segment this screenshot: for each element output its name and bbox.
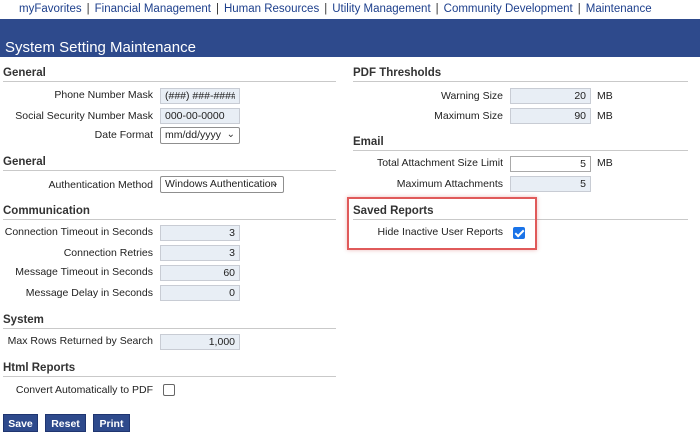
nav-utility-management[interactable]: Utility Management	[332, 3, 430, 15]
nav-separator: |	[324, 3, 328, 15]
date-format-select[interactable]: mm/dd/yyyy ⌄	[160, 127, 240, 144]
connection-retries-input[interactable]	[160, 245, 240, 261]
section-title-general: General	[3, 67, 46, 79]
section-divider	[3, 170, 336, 171]
total-attachment-input[interactable]	[510, 156, 591, 172]
warning-size-label: Warning Size	[440, 90, 503, 102]
maximum-size-unit: MB	[597, 110, 613, 122]
save-button[interactable]: Save	[3, 414, 38, 432]
reset-button[interactable]: Reset	[45, 414, 86, 432]
phone-mask-input[interactable]	[160, 88, 240, 104]
nav-separator: |	[86, 3, 90, 15]
maximum-size-label: Maximum Size	[434, 110, 503, 122]
convert-pdf-checkbox[interactable]	[163, 384, 175, 396]
print-button[interactable]: Print	[93, 414, 130, 432]
highlight-box	[347, 197, 537, 250]
title-bar: System Setting Maintenance	[0, 19, 700, 57]
nav-human-resources[interactable]: Human Resources	[224, 3, 319, 15]
nav-separator: |	[215, 3, 219, 15]
section-divider	[353, 150, 688, 151]
date-format-value: mm/dd/yyyy	[165, 129, 222, 141]
section-title-system: System	[3, 314, 44, 326]
message-delay-label: Message Delay in Seconds	[25, 287, 153, 299]
nav-maintenance[interactable]: Maintenance	[586, 3, 652, 15]
ssn-mask-label: Social Security Number Mask	[15, 110, 153, 122]
max-attachments-label: Maximum Attachments	[396, 178, 503, 190]
connection-timeout-label: Connection Timeout in Seconds	[4, 226, 153, 238]
maximum-size-input[interactable]	[510, 108, 591, 124]
top-nav: myFavorites | Financial Management | Human R…	[0, 0, 700, 19]
max-rows-label: Max Rows Returned by Search	[7, 335, 153, 347]
max-attachments-input[interactable]	[510, 176, 591, 192]
phone-mask-label: Phone Number Mask	[54, 89, 153, 101]
section-title-pdf-thresholds: PDF Thresholds	[353, 67, 442, 79]
ssn-mask-input[interactable]	[160, 108, 240, 124]
nav-separator: |	[435, 3, 439, 15]
section-divider	[3, 376, 336, 377]
section-title-email: Email	[353, 136, 384, 148]
nav-community-development[interactable]: Community Development	[444, 3, 573, 15]
section-title-communication: Communication	[3, 205, 90, 217]
auth-method-label: Authentication Method	[48, 179, 154, 191]
max-rows-input[interactable]	[160, 334, 240, 350]
section-title-general-2: General	[3, 156, 46, 168]
nav-financial-management[interactable]: Financial Management	[95, 3, 211, 15]
message-delay-input[interactable]	[160, 285, 240, 301]
date-format-label: Date Format	[94, 129, 153, 141]
connection-retries-label: Connection Retries	[63, 247, 153, 259]
page-title: System Setting Maintenance	[5, 39, 196, 56]
message-timeout-label: Message Timeout in Seconds	[15, 266, 153, 278]
warning-size-input[interactable]	[510, 88, 591, 104]
chevron-down-icon: ⌄	[270, 178, 279, 189]
section-divider	[3, 328, 336, 329]
message-timeout-input[interactable]	[160, 265, 240, 281]
nav-myfavorites[interactable]: myFavorites	[19, 3, 82, 15]
section-divider	[3, 219, 336, 220]
nav-separator: |	[577, 3, 581, 15]
section-divider	[353, 81, 688, 82]
auth-method-value: Windows Authentication	[165, 178, 277, 190]
section-title-html-reports: Html Reports	[3, 362, 76, 374]
section-divider	[3, 81, 336, 82]
convert-pdf-label: Convert Automatically to PDF	[15, 384, 153, 396]
chevron-down-icon: ⌄	[226, 129, 235, 140]
auth-method-select[interactable]: Windows Authentication ⌄	[160, 176, 284, 193]
warning-size-unit: MB	[597, 90, 613, 102]
total-attachment-label: Total Attachment Size Limit	[376, 157, 503, 169]
connection-timeout-input[interactable]	[160, 225, 240, 241]
total-attachment-unit: MB	[597, 157, 613, 169]
